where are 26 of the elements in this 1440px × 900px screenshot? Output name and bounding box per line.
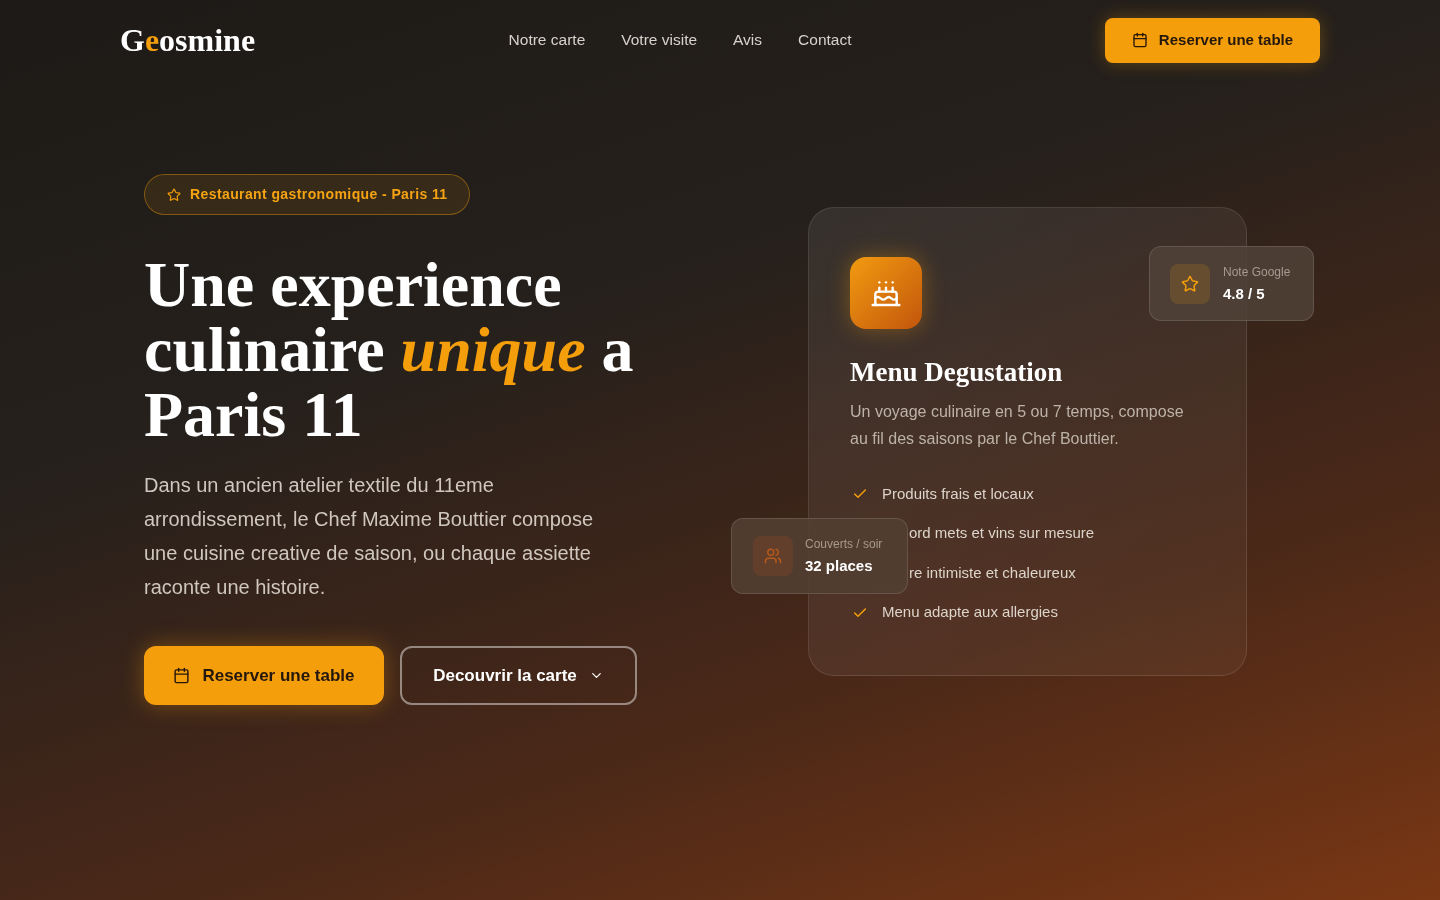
- nav-link[interactable]: Notre carte: [508, 28, 586, 52]
- nav-link[interactable]: Contact: [798, 28, 852, 52]
- nav-link[interactable]: Avis: [733, 28, 763, 52]
- reserve-button[interactable]: Reserver une table: [144, 646, 384, 705]
- capacity-value: 32 places: [805, 556, 874, 576]
- feature-text: Menu adapte aux allergies: [882, 602, 1058, 623]
- feature-text: re intimiste et chaleureux: [909, 562, 1076, 583]
- rating-value: 4.8 / 5: [1223, 283, 1266, 304]
- star-icon: [167, 187, 181, 202]
- menu-button[interactable]: Decouvrir la carte: [400, 646, 637, 705]
- reserve-button[interactable]: Reserver une table: [1105, 17, 1320, 63]
- brand-logo[interactable]: Geosmine: [120, 24, 256, 56]
- capacity-label: Couverts / soir: [805, 536, 883, 552]
- rating-label: Note Google: [1223, 263, 1291, 280]
- calendar-icon: [173, 667, 191, 684]
- hero-heading: Une experience culinaire unique a Paris 11: [144, 252, 635, 447]
- feature-text: Produits frais et locaux: [882, 483, 1034, 504]
- cake-icon: [850, 257, 922, 329]
- feature-text: ord mets et vins sur mesure: [909, 523, 1095, 544]
- card-description: Un voyage culinaire en 5 ou 7 temps, compose au fil des saisons par le Chef Bouttier.: [850, 402, 1185, 449]
- nav-link[interactable]: Votre visite: [621, 28, 698, 52]
- tagline-text: Restaurant gastronomique - Paris 11: [190, 185, 448, 204]
- card-title: Menu Degustation: [850, 356, 1064, 388]
- hero-description: Dans un ancien atelier textile du 11eme arrondissement, le Chef Maxime Bouttier compose une cuisine creative de saison, ou chaque assiette raconte une histoire.: [144, 473, 595, 600]
- people-icon: [753, 536, 793, 576]
- calendar-icon: [1131, 32, 1148, 48]
